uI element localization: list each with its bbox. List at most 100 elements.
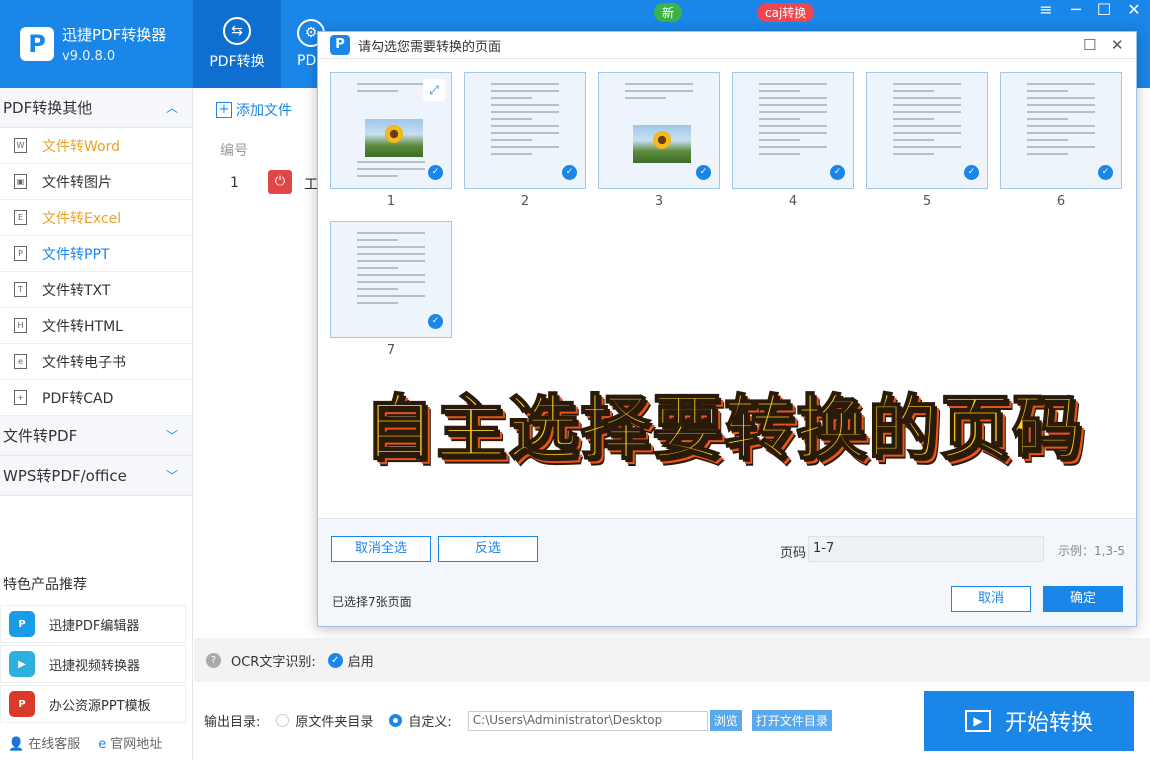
sidebar-item-ppt[interactable]: P 文件转PPT xyxy=(0,236,192,272)
output-path-input[interactable]: C:\Users\Administrator\Desktop xyxy=(467,710,708,731)
page-text-lines xyxy=(1027,83,1095,178)
caj-badge[interactable]: caj转换 xyxy=(757,3,815,22)
sidebar-item-excel[interactable]: E 文件转Excel xyxy=(0,200,192,236)
page-thumbnail[interactable]: ✓ xyxy=(732,72,854,189)
check-icon[interactable]: ✓ xyxy=(830,165,845,180)
start-label: 开始转换 xyxy=(1004,711,1093,736)
ocr-label: OCR文字识别: xyxy=(231,654,316,670)
page-thumbnail[interactable]: ✓ xyxy=(464,72,586,189)
close-icon[interactable]: ✕ xyxy=(1121,0,1147,20)
sidebar: PDF转换其他 ︿ W 文件转Word ▣ 文件转图片 E 文件转Excel P 文件转… xyxy=(0,88,193,760)
play-icon: ▶ xyxy=(964,710,991,732)
tab-label: PD xyxy=(297,53,317,69)
tab-label: PDF转换 xyxy=(209,54,265,70)
close-icon[interactable]: ✕ xyxy=(1111,36,1124,54)
check-icon[interactable]: ✓ xyxy=(1098,165,1113,180)
chevron-down-icon: ﹀ xyxy=(165,469,178,483)
sidebar-item-label: 文件转Word xyxy=(42,138,120,155)
promo-banner-text: 自主选择要转换的页码 xyxy=(363,386,1084,470)
page-number: 2 xyxy=(520,194,530,209)
page-thumbnail[interactable]: ✓ xyxy=(598,72,720,189)
ocr-enable-label: 启用 xyxy=(347,654,374,670)
row-index: 1 xyxy=(230,175,239,191)
page-number: 4 xyxy=(788,194,798,209)
word-file-icon: W xyxy=(14,138,27,153)
page-text-lines xyxy=(893,83,961,178)
maximize-icon[interactable]: ☐ xyxy=(1083,36,1096,54)
expand-icon[interactable]: ⤢ xyxy=(423,79,445,101)
add-icon: + xyxy=(216,102,232,118)
menu-icon[interactable]: ≡ xyxy=(1033,0,1059,20)
sidebar-item-word[interactable]: W 文件转Word xyxy=(0,128,192,164)
convert-icon: ⇆ xyxy=(223,17,251,45)
sidebar-item-ebook[interactable]: e 文件转电子书 xyxy=(0,344,192,380)
image-file-icon: ▣ xyxy=(14,174,27,189)
page-thumbnail[interactable]: ✓ xyxy=(330,221,452,338)
radio-source-folder[interactable] xyxy=(276,714,290,727)
tab-second[interactable]: ⚙ PD xyxy=(281,0,325,88)
page-thumbnail[interactable]: ⤢ ✓ xyxy=(330,72,452,189)
sidebar-item-image[interactable]: ▣ 文件转图片 xyxy=(0,164,192,200)
browse-button[interactable]: 浏览 xyxy=(709,710,742,731)
featured-title: 特色产品推荐 xyxy=(3,577,87,593)
sidebar-item-label: 文件转HTML xyxy=(42,318,123,335)
bottom-links: 👤 在线客服 e 官网地址 xyxy=(8,733,162,752)
page-thumbnail[interactable]: ✓ xyxy=(866,72,988,189)
dialog-title-bar: P 请勾选您需要转换的页面 xyxy=(318,32,1136,59)
minimize-icon[interactable]: ─ xyxy=(1063,0,1089,20)
page-range-example: 示例：1,3-5 xyxy=(1058,544,1126,558)
cad-file-icon: + xyxy=(14,390,27,405)
page-number: 7 xyxy=(386,343,396,358)
sidebar-item-txt[interactable]: T 文件转TXT xyxy=(0,272,192,308)
option-custom-label: 自定义: xyxy=(408,715,452,730)
check-icon[interactable]: ✓ xyxy=(964,165,979,180)
group-title: PDF转换其他 xyxy=(3,99,93,117)
page-range-input[interactable]: 1-7 xyxy=(808,536,1044,562)
output-label: 输出目录: xyxy=(204,715,261,730)
sidebar-item-html[interactable]: H 文件转HTML xyxy=(0,308,192,344)
sidebar-item-label: 文件转PPT xyxy=(42,246,110,263)
sidebar-item-label: 文件转电子书 xyxy=(42,354,126,371)
link-label: 官网地址 xyxy=(110,737,163,752)
ppt-template-icon: P xyxy=(9,691,35,717)
add-file-button[interactable]: + 添加文件 xyxy=(216,100,292,120)
cancel-button[interactable]: 取消 xyxy=(951,586,1031,612)
sidebar-item-cad[interactable]: + PDF转CAD xyxy=(0,380,192,416)
output-directory-row: 输出目录: 原文件夹目录 自定义: C:\Users\Administrator… xyxy=(204,710,832,731)
sidebar-item-label: 文件转Excel xyxy=(42,210,122,227)
radio-custom-folder[interactable] xyxy=(389,714,403,727)
dialog-footer: 取消全选 反选 页码 1-7 示例：1,3-5 已选择7张页面 取消 确定 xyxy=(318,518,1136,626)
group-file-to-pdf[interactable]: 文件转PDF ﹀ xyxy=(0,416,192,456)
page-number: 3 xyxy=(654,194,664,209)
start-convert-button[interactable]: ▶ 开始转换 xyxy=(924,691,1134,751)
help-icon[interactable]: ? xyxy=(206,652,221,668)
ok-button[interactable]: 确定 xyxy=(1043,586,1123,612)
page-number: 5 xyxy=(922,194,932,209)
featured-video-converter[interactable]: ▶ 迅捷视频转换器 xyxy=(0,645,186,683)
page-text-lines xyxy=(759,83,827,178)
group-wps-to-pdf[interactable]: WPS转PDF/office ﹀ xyxy=(0,456,192,496)
page-thumbnail[interactable]: ✓ xyxy=(1000,72,1122,189)
ocr-enable-checkbox[interactable]: ✓ xyxy=(327,652,343,668)
check-icon[interactable]: ✓ xyxy=(696,165,711,180)
invert-selection-button[interactable]: 反选 xyxy=(438,536,538,562)
check-icon[interactable]: ✓ xyxy=(428,165,443,180)
group-pdf-convert-other[interactable]: PDF转换其他 ︿ xyxy=(0,88,192,128)
app-version: v9.0.8.0 xyxy=(62,49,116,64)
official-site-link[interactable]: e 官网地址 xyxy=(98,733,162,752)
deselect-all-button[interactable]: 取消全选 xyxy=(331,536,431,562)
featured-ppt-templates[interactable]: P 办公资源PPT模板 xyxy=(0,685,186,723)
check-icon[interactable]: ✓ xyxy=(428,314,443,329)
featured-pdf-editor[interactable]: P 迅捷PDF编辑器 xyxy=(0,605,186,643)
featured-label: 迅捷PDF编辑器 xyxy=(49,618,140,634)
tab-pdf-convert[interactable]: ⇆ PDF转换 xyxy=(193,0,281,88)
selected-count: 已选择7张页面 xyxy=(332,595,412,609)
open-folder-button[interactable]: 打开文件目录 xyxy=(751,710,832,731)
maximize-icon[interactable]: ☐ xyxy=(1091,0,1117,20)
featured-label: 迅捷视频转换器 xyxy=(49,658,141,674)
new-badge: 新 xyxy=(654,3,683,22)
check-icon[interactable]: ✓ xyxy=(562,165,577,180)
online-support-link[interactable]: 👤 在线客服 xyxy=(8,733,80,752)
sunflower-image xyxy=(633,125,691,163)
ocr-bar: ? OCR文字识别: ✓ 启用 xyxy=(194,638,1150,682)
